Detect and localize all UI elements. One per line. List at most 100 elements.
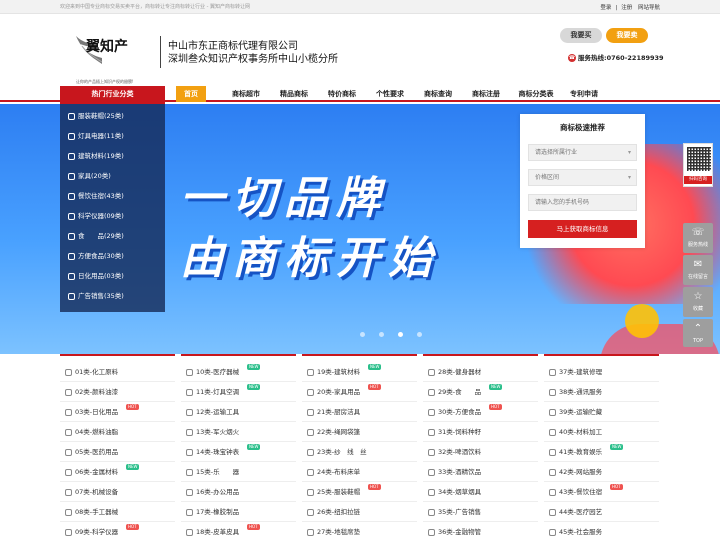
new-badge: NEW: [247, 364, 261, 370]
class-label: 06类-金属材料: [75, 468, 119, 476]
nav-patent-apply[interactable]: 专利申请: [566, 86, 602, 102]
class-label: 16类-办公用品: [196, 488, 240, 496]
class-item[interactable]: 17类-橡胶制品: [181, 502, 296, 522]
nav-trademark-register[interactable]: 商标注册: [468, 86, 504, 102]
buy-button[interactable]: 我要买: [560, 28, 602, 43]
category-item[interactable]: 灯具电器(11类): [68, 128, 124, 144]
side-favorite-button[interactable]: ☆ 收藏: [683, 287, 713, 317]
nav-class-table[interactable]: 商标分类表: [514, 86, 558, 102]
side-hotline-button[interactable]: ☏ 服务热线: [683, 223, 713, 253]
logo[interactable]: 翼知产 让你的产品插上知识产权的翅膀!: [72, 32, 162, 84]
class-item[interactable]: 02类-颜料油漆: [60, 382, 175, 402]
class-item[interactable]: 44类-医疗园艺: [544, 502, 659, 522]
class-item[interactable]: 43类-餐饮住宿 HOT: [544, 482, 659, 502]
class-item[interactable]: 31类-饲料种籽: [423, 422, 538, 442]
class-item[interactable]: 04类-燃料油脂: [60, 422, 175, 442]
class-item[interactable]: 41类-教育娱乐 NEW: [544, 442, 659, 462]
class-item[interactable]: 06类-金属材料 NEW: [60, 462, 175, 482]
class-item[interactable]: 29类-食 品 NEW: [423, 382, 538, 402]
class-item[interactable]: 25类-服装鞋帽 HOT: [302, 482, 417, 502]
class-item[interactable]: 28类-健身器材: [423, 362, 538, 382]
class-item[interactable]: 12类-运输工具: [181, 402, 296, 422]
category-item[interactable]: 餐饮住宿(43类): [68, 188, 124, 204]
class-label: 45类-社会服务: [559, 528, 603, 536]
class-item[interactable]: 40类-材料加工: [544, 422, 659, 442]
category-item[interactable]: 食 品(29类): [68, 228, 124, 244]
nav-special-price[interactable]: 特价商标: [324, 86, 360, 102]
nav-premium-trademark[interactable]: 精品商标: [276, 86, 312, 102]
login-link[interactable]: 登录: [600, 5, 611, 11]
category-item[interactable]: 方便食品(30类): [68, 248, 124, 264]
class-item[interactable]: 35类-广告销售: [423, 502, 538, 522]
class-item[interactable]: 13类-军火烟火: [181, 422, 296, 442]
register-link[interactable]: 注册: [621, 5, 632, 11]
class-item[interactable]: 37类-建筑修理: [544, 362, 659, 382]
get-info-button[interactable]: 马上获取商标信息: [528, 220, 637, 238]
class-item[interactable]: 21类-厨房洁具: [302, 402, 417, 422]
category-icon: [65, 428, 72, 436]
nav-custom-request[interactable]: 个性要求: [372, 86, 408, 102]
class-item[interactable]: 20类-家具用品 HOT: [302, 382, 417, 402]
hot-category-panel: 服装鞋帽(25类) 灯具电器(11类) 建筑材料(19类) 家具(20类) 餐饮…: [60, 104, 165, 312]
category-icon: [186, 408, 193, 416]
carousel-dot-active[interactable]: [398, 332, 403, 337]
class-item[interactable]: 14类-珠宝钟表 NEW: [181, 442, 296, 462]
class-label: 11类-灯具空调: [196, 388, 240, 396]
nav-trademark-search[interactable]: 商标查询: [420, 86, 456, 102]
sitemap-link[interactable]: 网站导航: [638, 5, 660, 11]
category-item[interactable]: 家具(20类): [68, 168, 111, 184]
side-message-button[interactable]: ✉ 在线留言: [683, 255, 713, 285]
phone-icon: ☏: [691, 227, 705, 238]
class-item[interactable]: 30类-方便食品 HOT: [423, 402, 538, 422]
class-item[interactable]: 32类-啤酒饮料: [423, 442, 538, 462]
class-item[interactable]: 22类-绳网袋篷: [302, 422, 417, 442]
class-item[interactable]: 36类-金融物管: [423, 522, 538, 540]
nav-trademark-market[interactable]: 商标超市: [228, 86, 264, 102]
class-item[interactable]: 07类-机械设备: [60, 482, 175, 502]
class-item[interactable]: 03类-日化用品 HOT: [60, 402, 175, 422]
class-item[interactable]: 39类-运输贮藏: [544, 402, 659, 422]
class-item[interactable]: 34类-烟草烟具: [423, 482, 538, 502]
carousel-dot[interactable]: [417, 332, 422, 337]
class-label: 07类-机械设备: [75, 488, 119, 496]
class-item[interactable]: 27类-地毯席垫: [302, 522, 417, 540]
price-select[interactable]: 价格区间 ▾: [528, 169, 637, 186]
class-item[interactable]: 16类-办公用品: [181, 482, 296, 502]
dining-icon: [68, 192, 75, 200]
class-item[interactable]: 24类-布料床单: [302, 462, 417, 482]
carousel-dot[interactable]: [379, 332, 384, 337]
class-item[interactable]: 38类-通讯服务: [544, 382, 659, 402]
company-names: 中山市东正商标代理有限公司 深圳叁众知识产权事务所中山小榄分所: [168, 40, 338, 66]
nav-home[interactable]: 首页: [176, 86, 206, 102]
class-item[interactable]: 26类-纽扣拉链: [302, 502, 417, 522]
phone-input[interactable]: 请输入您的手机号码: [528, 194, 637, 211]
category-item[interactable]: 科学仪器(09类): [68, 208, 124, 224]
class-item[interactable]: 05类-医药用品: [60, 442, 175, 462]
carousel-dot[interactable]: [360, 332, 365, 337]
industry-select[interactable]: 请选择所属行业 ▾: [528, 144, 637, 161]
class-item[interactable]: 08类-手工器械: [60, 502, 175, 522]
category-item[interactable]: 服装鞋帽(25类): [68, 108, 124, 124]
qr-code-box[interactable]: 扫码咨询: [683, 143, 713, 187]
class-item[interactable]: 11类-灯具空调 NEW: [181, 382, 296, 402]
sell-button[interactable]: 我要卖: [606, 28, 648, 43]
class-item[interactable]: 18类-皮革皮具 HOT: [181, 522, 296, 540]
class-label: 22类-绳网袋篷: [317, 428, 361, 436]
class-item[interactable]: 42类-网站服务: [544, 462, 659, 482]
side-label: 服务热线: [687, 242, 708, 248]
class-item[interactable]: 45类-社会服务: [544, 522, 659, 540]
category-item[interactable]: 广告销售(35类): [68, 288, 124, 304]
class-item[interactable]: 19类-建筑材料 NEW: [302, 362, 417, 382]
class-item[interactable]: 23类-纱 线 丝: [302, 442, 417, 462]
class-item[interactable]: 15类-乐 器: [181, 462, 296, 482]
class-item[interactable]: 01类-化工原料: [60, 362, 175, 382]
back-to-top-button[interactable]: ⌃ TOP: [683, 319, 713, 347]
class-label: 27类-地毯席垫: [317, 528, 361, 536]
class-item[interactable]: 10类-医疗器械 NEW: [181, 362, 296, 382]
class-label: 28类-健身器材: [438, 368, 482, 376]
class-item[interactable]: 33类-酒精饮品: [423, 462, 538, 482]
class-label: 10类-医疗器械: [196, 368, 240, 376]
category-item[interactable]: 建筑材料(19类): [68, 148, 124, 164]
class-item[interactable]: 09类-科学仪器 HOT: [60, 522, 175, 540]
category-item[interactable]: 日化用品(03类): [68, 268, 124, 284]
